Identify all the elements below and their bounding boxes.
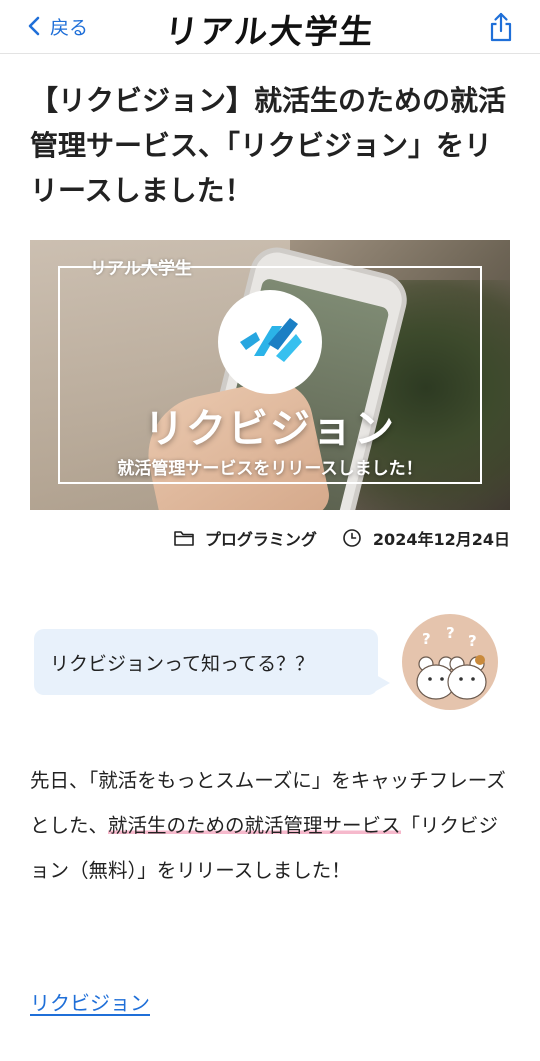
folder-icon xyxy=(174,531,194,546)
share-icon[interactable] xyxy=(488,12,514,42)
site-logo[interactable]: リアル大学生 xyxy=(0,5,540,53)
article-meta: プログラミング 2024年12月24日 xyxy=(173,526,510,550)
article-title: 【リクビジョン】就活生のための就活管理サービス、「リクビジョン」をリリースしまし… xyxy=(30,84,507,207)
rikuvision-link[interactable]: リクビジョン xyxy=(30,987,150,1016)
svg-text:?: ? xyxy=(468,632,477,650)
svg-text:?: ? xyxy=(446,624,455,642)
svg-text:?: ? xyxy=(422,630,431,648)
rikuvision-logo xyxy=(218,290,322,394)
body-highlight: 就活生のための就活管理サービス xyxy=(108,814,401,837)
top-bar: 戻る リアル大学生 xyxy=(0,0,540,54)
speech-bubble: リクビジョンって知ってる？？ xyxy=(34,629,390,695)
bear-avatar-icon: ? ? ? xyxy=(416,624,487,700)
publish-date: 2024年12月24日 xyxy=(372,530,510,549)
hero-image: リアル大学生 リクビジョン 就活管理サービスをリリースしました！ xyxy=(30,240,510,510)
clock-icon xyxy=(343,529,361,547)
article-body: 先日、「就活をもっとスムーズに」をキャッチフレーズとした、就活生のための就活管理… xyxy=(30,758,514,893)
rikuvision-logo-icon xyxy=(240,318,302,362)
hero-subline: 就活管理サービスをリリースしました！ xyxy=(117,459,423,479)
hero-headline: リクビジョン xyxy=(144,406,396,452)
avatar: ? ? ? xyxy=(402,614,498,710)
category-link[interactable]: プログラミング xyxy=(205,526,317,550)
speech-text: リクビジョンって知ってる？？ xyxy=(50,653,315,675)
hero-frame-label: リアル大学生 xyxy=(90,259,192,279)
